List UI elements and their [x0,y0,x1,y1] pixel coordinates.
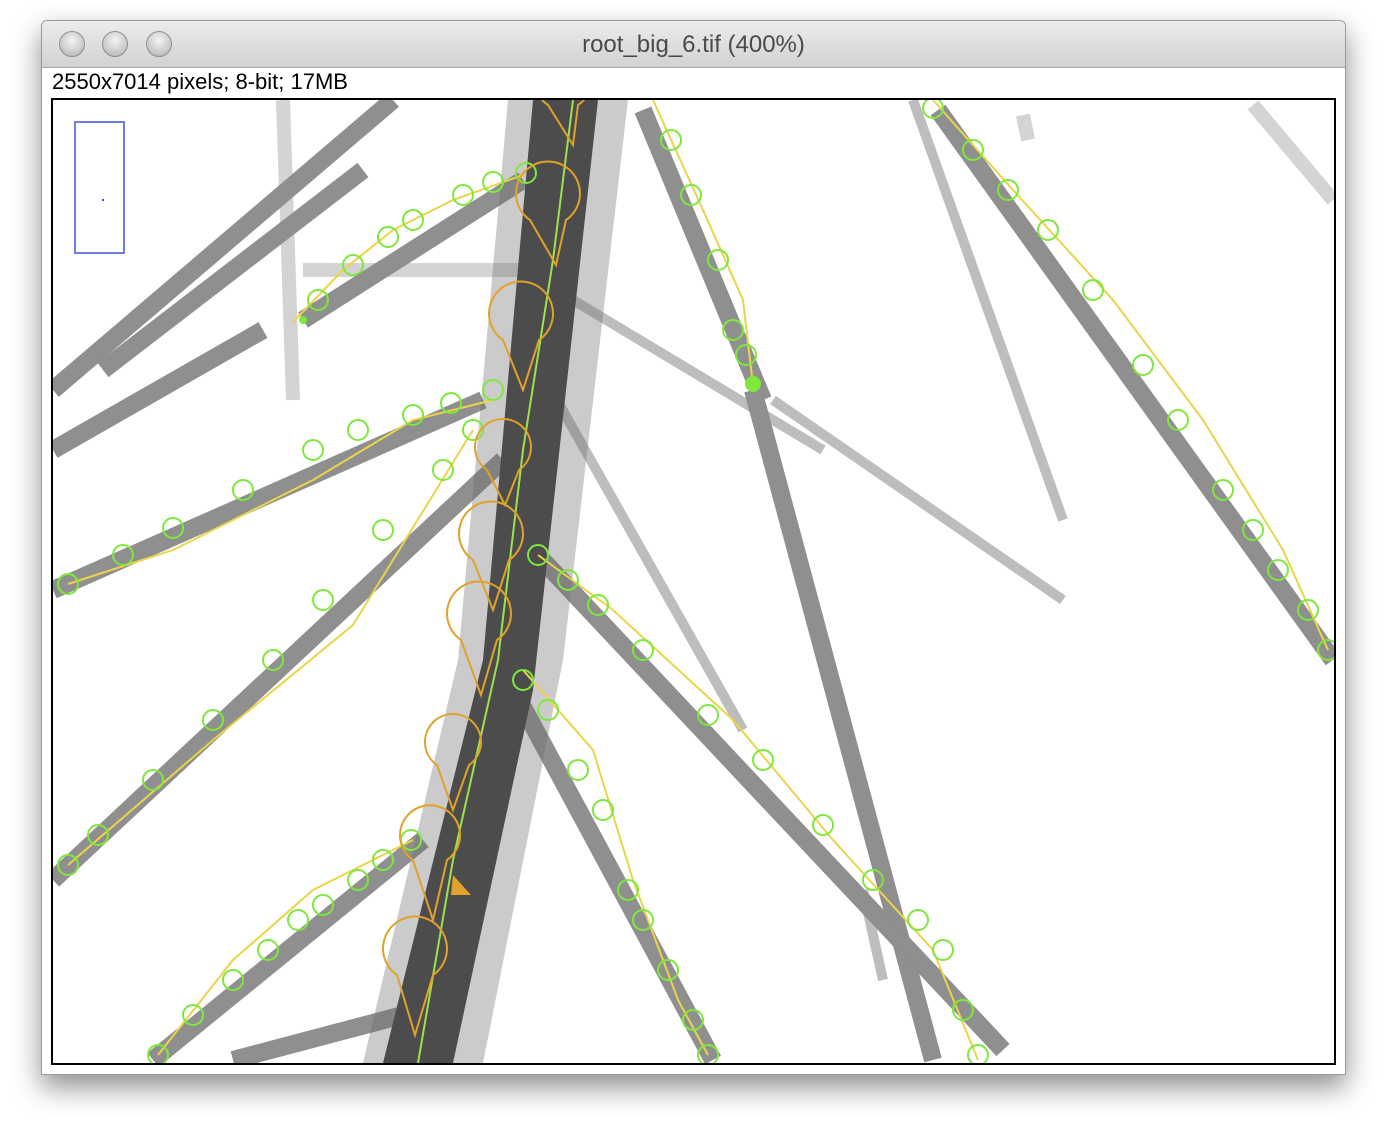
navigator-rectangle[interactable] [74,121,125,254]
image-info-label: 2550x7014 pixels; 8-bit; 17MB [52,69,348,94]
title-bar[interactable]: root_big_6.tif (400%) [42,21,1345,68]
image-canvas[interactable] [51,98,1336,1065]
root-background-image [53,100,1334,1063]
image-display[interactable] [53,100,1334,1063]
image-window: root_big_6.tif (400%) 2550x7014 pixels; … [41,20,1346,1075]
window-title: root_big_6.tif (400%) [582,31,805,58]
navigator-position [102,199,104,201]
